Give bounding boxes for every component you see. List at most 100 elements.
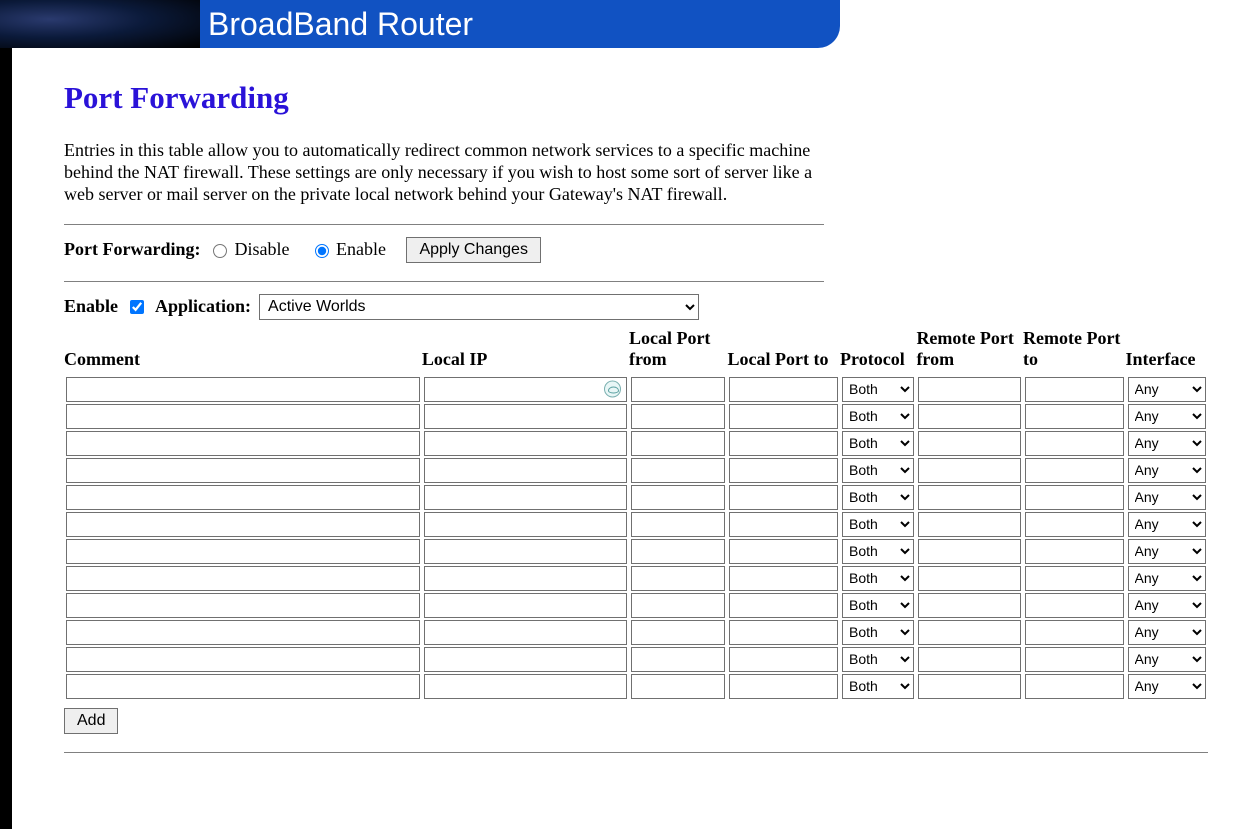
- local-port-from-input[interactable]: [631, 647, 726, 672]
- remote-port-from-input[interactable]: [918, 566, 1021, 591]
- protocol-select[interactable]: Both: [842, 404, 914, 429]
- local-port-from-input[interactable]: [631, 593, 726, 618]
- remote-port-from-input[interactable]: [918, 593, 1021, 618]
- interface-select[interactable]: Any: [1128, 404, 1206, 429]
- interface-select[interactable]: Any: [1128, 647, 1206, 672]
- local-port-to-input[interactable]: [729, 593, 838, 618]
- protocol-select[interactable]: Both: [842, 647, 914, 672]
- protocol-select[interactable]: Both: [842, 485, 914, 510]
- protocol-select[interactable]: Both: [842, 674, 914, 699]
- remote-port-to-input[interactable]: [1025, 674, 1124, 699]
- local-port-to-input[interactable]: [729, 377, 838, 402]
- remote-port-from-input[interactable]: [918, 377, 1021, 402]
- local-ip-input[interactable]: [424, 647, 627, 672]
- local-port-from-input[interactable]: [631, 404, 726, 429]
- remote-port-to-input[interactable]: [1025, 404, 1124, 429]
- comment-input[interactable]: [66, 566, 420, 591]
- protocol-select[interactable]: Both: [842, 512, 914, 537]
- comment-input[interactable]: [66, 431, 420, 456]
- remote-port-to-input[interactable]: [1025, 647, 1124, 672]
- local-ip-input[interactable]: [424, 566, 627, 591]
- disable-radio[interactable]: [213, 244, 227, 258]
- apply-changes-button[interactable]: Apply Changes: [406, 237, 541, 263]
- protocol-select[interactable]: Both: [842, 458, 914, 483]
- remote-port-to-input[interactable]: [1025, 593, 1124, 618]
- local-port-to-input[interactable]: [729, 566, 838, 591]
- comment-input[interactable]: [66, 404, 420, 429]
- enable-checkbox[interactable]: [130, 300, 144, 314]
- local-ip-input[interactable]: [424, 674, 627, 699]
- remote-port-to-input[interactable]: [1025, 485, 1124, 510]
- comment-input[interactable]: [66, 593, 420, 618]
- local-port-to-input[interactable]: [729, 431, 838, 456]
- local-port-to-input[interactable]: [729, 647, 838, 672]
- interface-select[interactable]: Any: [1128, 485, 1206, 510]
- remote-port-from-input[interactable]: [918, 458, 1021, 483]
- remote-port-to-input[interactable]: [1025, 620, 1124, 645]
- remote-port-from-input[interactable]: [918, 431, 1021, 456]
- local-port-to-input[interactable]: [729, 539, 838, 564]
- comment-input[interactable]: [66, 458, 420, 483]
- disable-option[interactable]: Disable: [208, 239, 289, 260]
- remote-port-from-input[interactable]: [918, 539, 1021, 564]
- remote-port-from-input[interactable]: [918, 620, 1021, 645]
- comment-input[interactable]: [66, 485, 420, 510]
- remote-port-from-input[interactable]: [918, 674, 1021, 699]
- local-port-from-input[interactable]: [631, 377, 726, 402]
- remote-port-from-input[interactable]: [918, 485, 1021, 510]
- enable-option[interactable]: Enable: [310, 239, 386, 260]
- local-port-to-input[interactable]: [729, 485, 838, 510]
- local-ip-input[interactable]: [424, 620, 627, 645]
- remote-port-from-input[interactable]: [918, 647, 1021, 672]
- local-port-from-input[interactable]: [631, 566, 726, 591]
- protocol-select[interactable]: Both: [842, 620, 914, 645]
- enable-radio[interactable]: [315, 244, 329, 258]
- local-port-from-input[interactable]: [631, 458, 726, 483]
- interface-select[interactable]: Any: [1128, 458, 1206, 483]
- local-port-to-input[interactable]: [729, 512, 838, 537]
- interface-select[interactable]: Any: [1128, 593, 1206, 618]
- local-ip-input[interactable]: [424, 431, 627, 456]
- comment-input[interactable]: [66, 674, 420, 699]
- local-port-to-input[interactable]: [729, 404, 838, 429]
- remote-port-to-input[interactable]: [1025, 539, 1124, 564]
- protocol-select[interactable]: Both: [842, 566, 914, 591]
- remote-port-to-input[interactable]: [1025, 566, 1124, 591]
- local-ip-input[interactable]: [424, 539, 627, 564]
- interface-select[interactable]: Any: [1128, 620, 1206, 645]
- application-select[interactable]: Active Worlds: [259, 294, 699, 320]
- interface-select[interactable]: Any: [1128, 431, 1206, 456]
- protocol-select[interactable]: Both: [842, 377, 914, 402]
- local-ip-input[interactable]: [424, 512, 627, 537]
- remote-port-to-input[interactable]: [1025, 512, 1124, 537]
- interface-select[interactable]: Any: [1128, 512, 1206, 537]
- local-port-from-input[interactable]: [631, 674, 726, 699]
- interface-select[interactable]: Any: [1128, 566, 1206, 591]
- comment-input[interactable]: [66, 539, 420, 564]
- remote-port-from-input[interactable]: [918, 404, 1021, 429]
- comment-input[interactable]: [66, 377, 420, 402]
- local-ip-input[interactable]: [424, 458, 627, 483]
- interface-select[interactable]: Any: [1128, 377, 1206, 402]
- add-button[interactable]: Add: [64, 708, 118, 734]
- comment-input[interactable]: [66, 512, 420, 537]
- local-port-from-input[interactable]: [631, 485, 726, 510]
- local-ip-input[interactable]: [424, 377, 627, 402]
- local-port-to-input[interactable]: [729, 458, 838, 483]
- interface-select[interactable]: Any: [1128, 539, 1206, 564]
- protocol-select[interactable]: Both: [842, 431, 914, 456]
- local-port-to-input[interactable]: [729, 620, 838, 645]
- local-port-from-input[interactable]: [631, 539, 726, 564]
- comment-input[interactable]: [66, 647, 420, 672]
- local-port-from-input[interactable]: [631, 620, 726, 645]
- interface-select[interactable]: Any: [1128, 674, 1206, 699]
- remote-port-to-input[interactable]: [1025, 458, 1124, 483]
- protocol-select[interactable]: Both: [842, 593, 914, 618]
- local-port-from-input[interactable]: [631, 512, 726, 537]
- protocol-select[interactable]: Both: [842, 539, 914, 564]
- remote-port-to-input[interactable]: [1025, 431, 1124, 456]
- comment-input[interactable]: [66, 620, 420, 645]
- remote-port-to-input[interactable]: [1025, 377, 1124, 402]
- local-ip-input[interactable]: [424, 593, 627, 618]
- local-port-to-input[interactable]: [729, 674, 838, 699]
